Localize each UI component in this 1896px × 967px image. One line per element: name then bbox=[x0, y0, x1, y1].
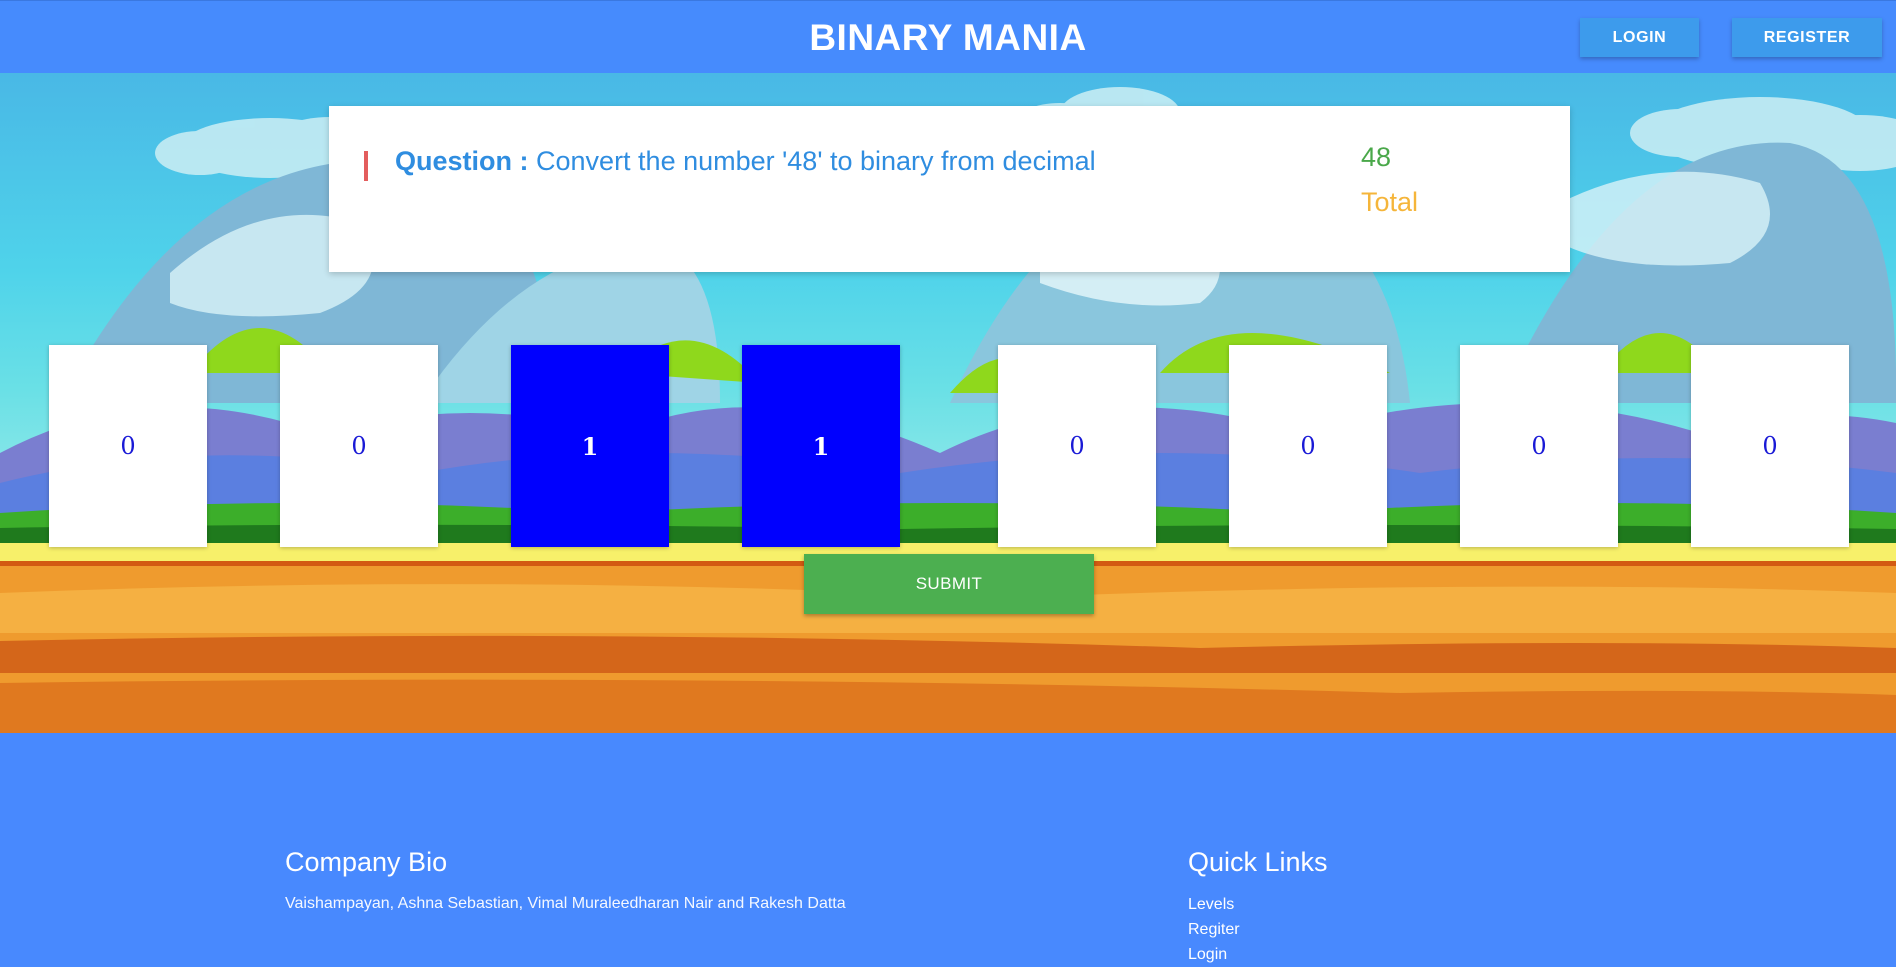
question-card: Question : Convert the number '48' to bi… bbox=[329, 106, 1570, 272]
bit-card[interactable]: 0 bbox=[1460, 345, 1618, 547]
quick-links-title: Quick Links bbox=[1188, 847, 1328, 877]
submit-button[interactable]: SUBMIT bbox=[804, 554, 1094, 614]
footer: Company Bio Vaishampayan, Ashna Sebastia… bbox=[0, 733, 1896, 963]
bit-card[interactable]: 0 bbox=[998, 345, 1156, 547]
list-item: Regiter bbox=[1188, 917, 1240, 942]
link-register[interactable]: Regiter bbox=[1188, 921, 1240, 938]
game-scene: Question : Convert the number '48' to bi… bbox=[0, 73, 1896, 733]
register-button[interactable]: REGISTER bbox=[1732, 18, 1882, 57]
bit-card[interactable]: 1 bbox=[742, 345, 900, 547]
list-item: Levels bbox=[1188, 892, 1240, 917]
target-number: 48 bbox=[1361, 142, 1392, 172]
quick-links-list: Levels Regiter Login bbox=[1188, 892, 1240, 967]
bit-card[interactable]: 0 bbox=[1229, 345, 1387, 547]
bit-cards: 0 0 1 1 0 0 0 0 bbox=[0, 345, 1896, 547]
total-label: Total bbox=[1361, 187, 1419, 217]
question-body: Convert the number '48' to binary from d… bbox=[536, 146, 1096, 176]
question-text: Question : Convert the number '48' to bi… bbox=[395, 146, 1096, 177]
top-bar: BINARY MANIA LOGIN REGISTER bbox=[0, 0, 1896, 73]
company-bio-title: Company Bio bbox=[285, 847, 448, 877]
list-item: Login bbox=[1188, 942, 1240, 967]
bit-card[interactable]: 0 bbox=[1691, 345, 1849, 547]
question-label: Question : bbox=[395, 146, 529, 176]
login-button[interactable]: LOGIN bbox=[1580, 18, 1699, 57]
link-login[interactable]: Login bbox=[1188, 946, 1227, 963]
link-levels[interactable]: Levels bbox=[1188, 896, 1234, 913]
bit-card[interactable]: 0 bbox=[49, 345, 207, 547]
bit-card[interactable]: 1 bbox=[511, 345, 669, 547]
bit-card[interactable]: 0 bbox=[280, 345, 438, 547]
question-accent-bar bbox=[364, 151, 368, 181]
company-bio-text: Vaishampayan, Ashna Sebastian, Vimal Mur… bbox=[285, 895, 846, 912]
